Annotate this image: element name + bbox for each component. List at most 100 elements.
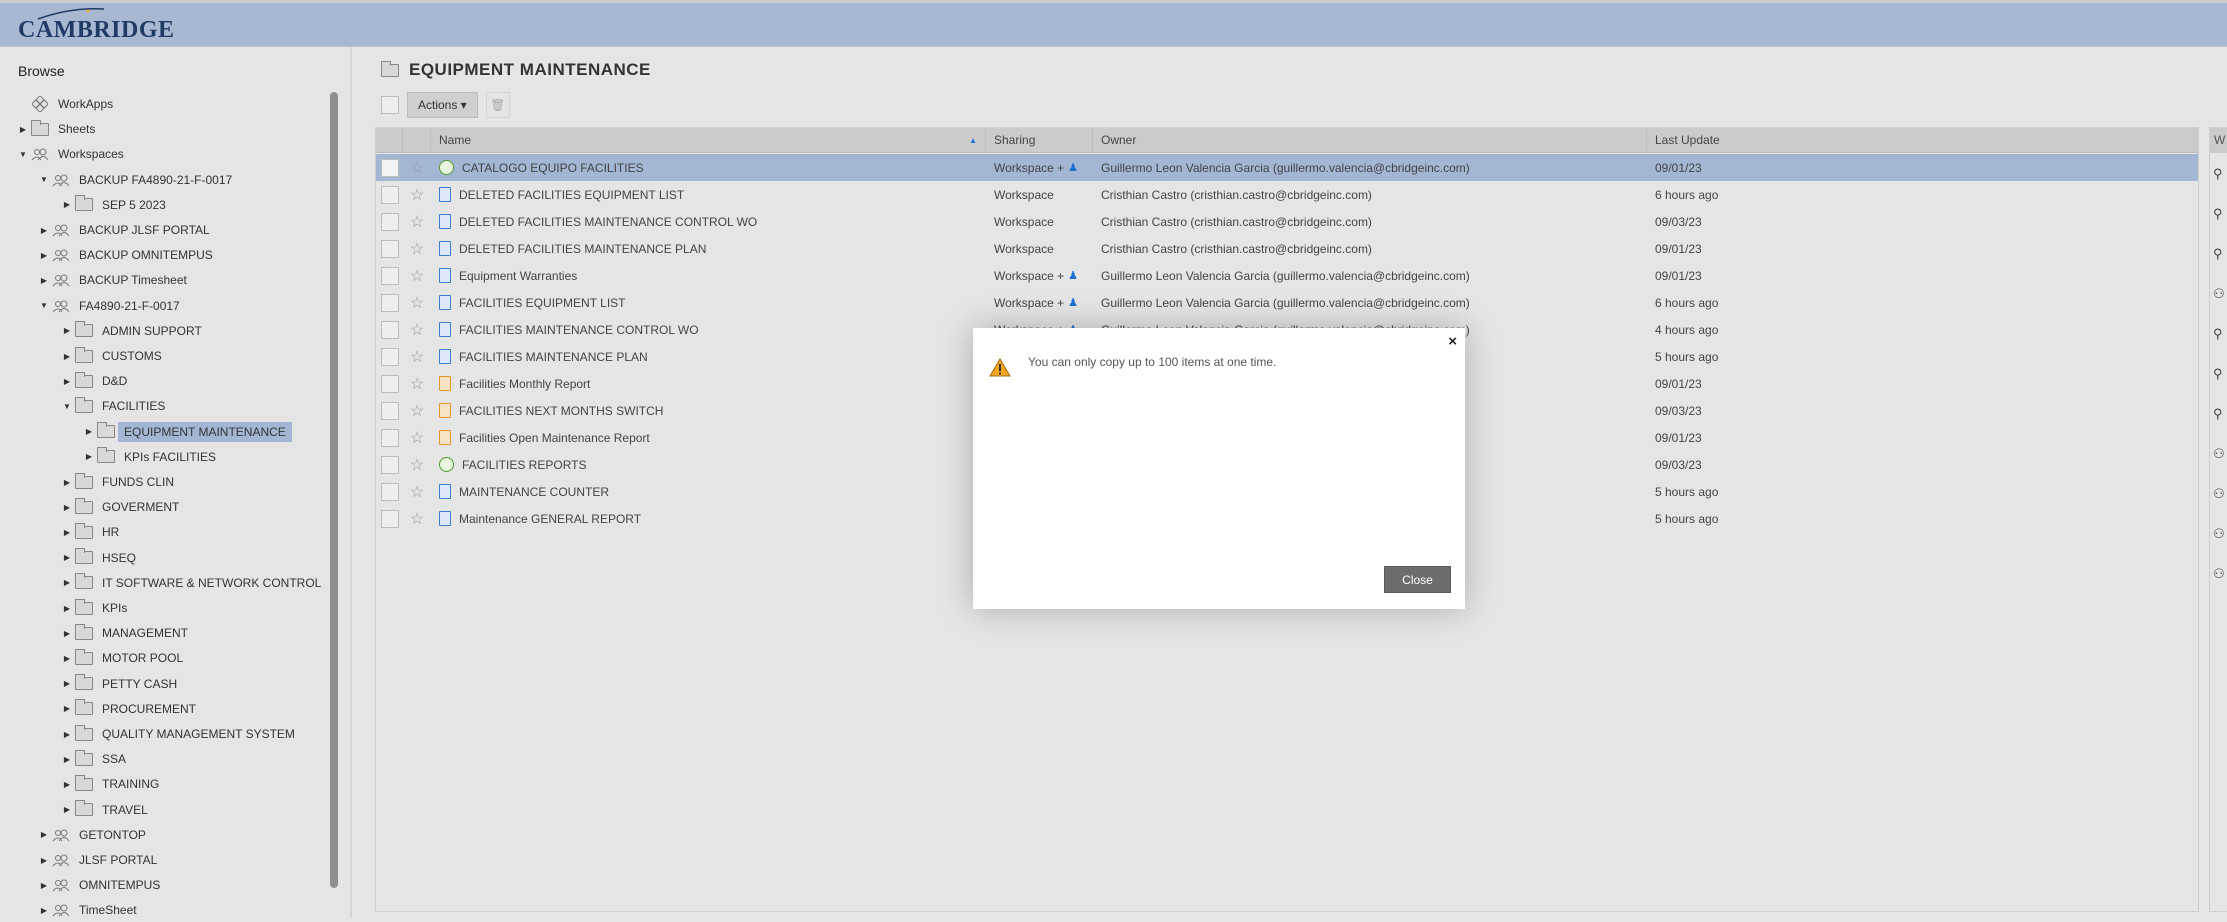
- sidebar-item[interactable]: ▶ SEP 5 2023: [60, 193, 166, 217]
- sidebar-item[interactable]: ▶ PETTY CASH: [60, 672, 177, 696]
- caret-right-icon[interactable]: ▶: [37, 906, 51, 915]
- sidebar-item[interactable]: ▶ MANAGEMENT: [60, 621, 188, 645]
- table-row[interactable]: ☆ FACILITIES EQUIPMENT LIST Workspace + ♟ Gu…: [376, 289, 2198, 316]
- column-sharing[interactable]: Sharing: [986, 127, 1093, 153]
- sidebar-item[interactable]: ▶ BACKUP OMNITEMPUS: [37, 243, 213, 267]
- sidebar-item[interactable]: ▶ CUSTOMS: [60, 344, 162, 368]
- sidebar-item[interactable]: ▶ EQUIPMENT MAINTENANCE: [82, 420, 292, 444]
- column-last-update[interactable]: Last Update: [1647, 128, 2198, 153]
- caret-right-icon[interactable]: ▶: [60, 730, 74, 739]
- sidebar-item[interactable]: ▶ MOTOR POOL: [60, 646, 183, 670]
- row-name[interactable]: FACILITIES EQUIPMENT LIST: [431, 295, 986, 310]
- sidebar-item[interactable]: ▶ BACKUP JLSF PORTAL: [37, 218, 210, 242]
- caret-right-icon[interactable]: ▶: [82, 452, 96, 461]
- caret-right-icon[interactable]: ▶: [60, 578, 74, 587]
- sidebar-item[interactable]: ▶ D&D: [60, 369, 127, 393]
- row-name[interactable]: MAINTENANCE COUNTER: [431, 484, 986, 499]
- sidebar-item[interactable]: ▶ GOVERMENT: [60, 495, 179, 519]
- row-name[interactable]: FACILITIES MAINTENANCE PLAN: [431, 349, 986, 364]
- caret-right-icon[interactable]: ▶: [37, 881, 51, 890]
- sidebar-item[interactable]: WorkApps: [16, 92, 113, 116]
- column-owner[interactable]: Owner: [1093, 127, 1647, 153]
- sidebar-item[interactable]: ▶ TRAINING: [60, 772, 159, 796]
- caret-right-icon[interactable]: ▶: [60, 200, 74, 209]
- caret-right-icon[interactable]: ▶: [37, 251, 51, 260]
- row-name[interactable]: DELETED FACILITIES MAINTENANCE PLAN: [431, 241, 986, 256]
- row-name[interactable]: CATALOGO EQUIPO FACILITIES: [431, 160, 986, 175]
- row-checkbox[interactable]: [380, 320, 399, 339]
- row-checkbox[interactable]: [380, 266, 399, 285]
- row-checkbox[interactable]: [380, 374, 399, 393]
- sidebar-item[interactable]: ▶ HR: [60, 520, 119, 544]
- close-button[interactable]: Close: [1384, 566, 1451, 593]
- sidebar-item[interactable]: ▶ SSA: [60, 747, 126, 771]
- sidebar-item[interactable]: ▶ QUALITY MANAGEMENT SYSTEM: [60, 722, 295, 746]
- star-icon[interactable]: ☆: [403, 509, 431, 529]
- row-name[interactable]: FACILITIES MAINTENANCE CONTROL WO: [431, 322, 986, 337]
- sidebar-item[interactable]: ▶ GETONTOP: [37, 823, 146, 847]
- row-name[interactable]: Equipment Warranties: [431, 268, 986, 283]
- row-checkbox[interactable]: [380, 293, 399, 312]
- caret-down-icon[interactable]: ▼: [60, 402, 74, 411]
- row-checkbox[interactable]: [380, 401, 399, 420]
- star-icon[interactable]: ☆: [403, 401, 431, 421]
- caret-right-icon[interactable]: ▶: [60, 553, 74, 562]
- star-icon[interactable]: ☆: [403, 239, 431, 259]
- row-checkbox[interactable]: [380, 509, 399, 528]
- caret-right-icon[interactable]: ▶: [60, 704, 74, 713]
- sidebar-item[interactable]: ▶ BACKUP Timesheet: [37, 268, 187, 292]
- row-checkbox[interactable]: [380, 347, 399, 366]
- caret-right-icon[interactable]: ▶: [60, 629, 74, 638]
- close-icon[interactable]: ×: [1448, 333, 1457, 350]
- row-name[interactable]: Facilities Monthly Report: [431, 376, 986, 391]
- sidebar-item[interactable]: ▶ KPIs: [60, 596, 127, 620]
- row-checkbox[interactable]: [380, 239, 399, 258]
- row-name[interactable]: DELETED FACILITIES EQUIPMENT LIST: [431, 187, 986, 202]
- table-row[interactable]: ☆ Equipment Warranties Workspace + ♟ Guiller…: [376, 262, 2198, 289]
- row-name[interactable]: DELETED FACILITIES MAINTENANCE CONTROL W…: [431, 214, 986, 229]
- sidebar-item[interactable]: ▶ ADMIN SUPPORT: [60, 319, 202, 343]
- sidebar-scrollbar[interactable]: [330, 92, 338, 888]
- table-row[interactable]: ☆ DELETED FACILITIES EQUIPMENT LIST Worksp…: [376, 181, 2198, 208]
- select-all-checkbox[interactable]: [381, 96, 399, 114]
- caret-right-icon[interactable]: ▶: [37, 226, 51, 235]
- caret-right-icon[interactable]: ▶: [60, 805, 74, 814]
- sidebar-item[interactable]: ▼ BACKUP FA4890-21-F-0017: [37, 168, 232, 192]
- sidebar-item[interactable]: ▶ OMNITEMPUS: [37, 873, 160, 897]
- sidebar-item[interactable]: ▶ FUNDS CLIN: [60, 470, 174, 494]
- sidebar-item[interactable]: ▶ TRAVEL: [60, 798, 148, 822]
- row-name[interactable]: FACILITIES NEXT MONTHS SWITCH: [431, 403, 986, 418]
- caret-right-icon[interactable]: ▶: [37, 830, 51, 839]
- sidebar-item[interactable]: ▶ IT SOFTWARE & NETWORK CONTROL: [60, 571, 321, 595]
- caret-down-icon[interactable]: ▼: [37, 301, 51, 310]
- caret-right-icon[interactable]: ▶: [60, 604, 74, 613]
- table-row[interactable]: ☆ DELETED FACILITIES MAINTENANCE PLAN Work…: [376, 235, 2198, 262]
- caret-right-icon[interactable]: ▶: [82, 427, 96, 436]
- caret-right-icon[interactable]: ▶: [60, 352, 74, 361]
- caret-right-icon[interactable]: ▶: [60, 377, 74, 386]
- actions-button[interactable]: Actions ▾: [407, 92, 478, 118]
- row-name[interactable]: Maintenance GENERAL REPORT: [431, 511, 986, 526]
- sidebar-item[interactable]: ▼ FACILITIES: [60, 394, 165, 418]
- caret-right-icon[interactable]: ▶: [60, 755, 74, 764]
- caret-right-icon[interactable]: ▶: [60, 679, 74, 688]
- caret-right-icon[interactable]: ▶: [60, 326, 74, 335]
- row-checkbox[interactable]: [380, 455, 399, 474]
- sidebar-item[interactable]: ▶ Sheets: [16, 117, 95, 141]
- sidebar-item[interactable]: ▶ KPIs FACILITIES: [82, 445, 216, 469]
- caret-right-icon[interactable]: ▶: [60, 503, 74, 512]
- caret-right-icon[interactable]: ▶: [37, 856, 51, 865]
- row-checkbox[interactable]: [380, 428, 399, 447]
- caret-right-icon[interactable]: ▶: [60, 478, 74, 487]
- caret-down-icon[interactable]: ▼: [37, 175, 51, 184]
- caret-right-icon[interactable]: ▶: [16, 125, 30, 134]
- star-icon[interactable]: ☆: [403, 374, 431, 394]
- sidebar-item[interactable]: ▶ JLSF PORTAL: [37, 848, 157, 872]
- star-icon[interactable]: ☆: [403, 185, 431, 205]
- row-name[interactable]: FACILITIES REPORTS: [431, 457, 986, 472]
- star-icon[interactable]: ☆: [403, 212, 431, 232]
- row-name[interactable]: Facilities Open Maintenance Report: [431, 430, 986, 445]
- caret-right-icon[interactable]: ▶: [60, 528, 74, 537]
- row-checkbox[interactable]: [380, 482, 399, 501]
- row-checkbox[interactable]: [380, 212, 399, 231]
